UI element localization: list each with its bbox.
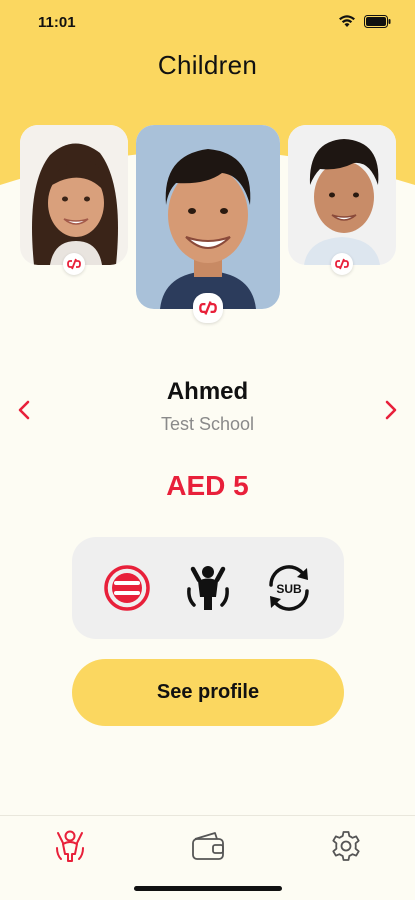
limit-button[interactable] (99, 560, 155, 616)
unlink-icon (335, 258, 349, 270)
tab-children[interactable] (50, 828, 90, 864)
unlink-badge[interactable] (193, 293, 223, 323)
home-indicator (134, 886, 282, 891)
tab-wallet[interactable] (188, 828, 228, 864)
children-carousel[interactable] (0, 120, 415, 323)
wallet-icon (192, 832, 224, 860)
svg-text:SUB: SUB (277, 582, 303, 596)
status-icons (338, 14, 391, 28)
child-school: Test School (160, 414, 255, 434)
page-title: Children (157, 50, 258, 80)
status-time: 11:01 (38, 14, 76, 31)
limit-icon (103, 565, 150, 611)
unlink-icon (67, 258, 81, 270)
child-card-next[interactable] (288, 125, 396, 275)
unlink-badge[interactable] (63, 253, 85, 275)
child-actions-panel: SUB (72, 537, 344, 639)
boy-avatar-2 (288, 125, 396, 265)
subscription-button[interactable]: SUB (261, 560, 317, 616)
subscription-icon: SUB (269, 565, 310, 611)
girl-avatar (20, 125, 128, 265)
children-tab-icon (56, 830, 84, 862)
child-icon (187, 566, 229, 610)
unlink-badge[interactable] (331, 253, 353, 275)
child-activity-button[interactable] (180, 560, 236, 616)
see-profile-button[interactable]: See profile (72, 659, 344, 726)
wifi-icon (339, 15, 355, 27)
child-card-selected[interactable] (136, 125, 280, 323)
tab-settings[interactable] (326, 828, 366, 864)
child-balance: AED 5 (166, 470, 249, 501)
battery-icon (364, 14, 391, 28)
child-card-previous[interactable] (20, 125, 128, 275)
boy-avatar (136, 125, 280, 309)
status-bar: 11:01 (0, 0, 415, 44)
child-name: Ahmed (166, 378, 249, 405)
gear-icon (332, 831, 360, 861)
unlink-icon (199, 301, 217, 315)
